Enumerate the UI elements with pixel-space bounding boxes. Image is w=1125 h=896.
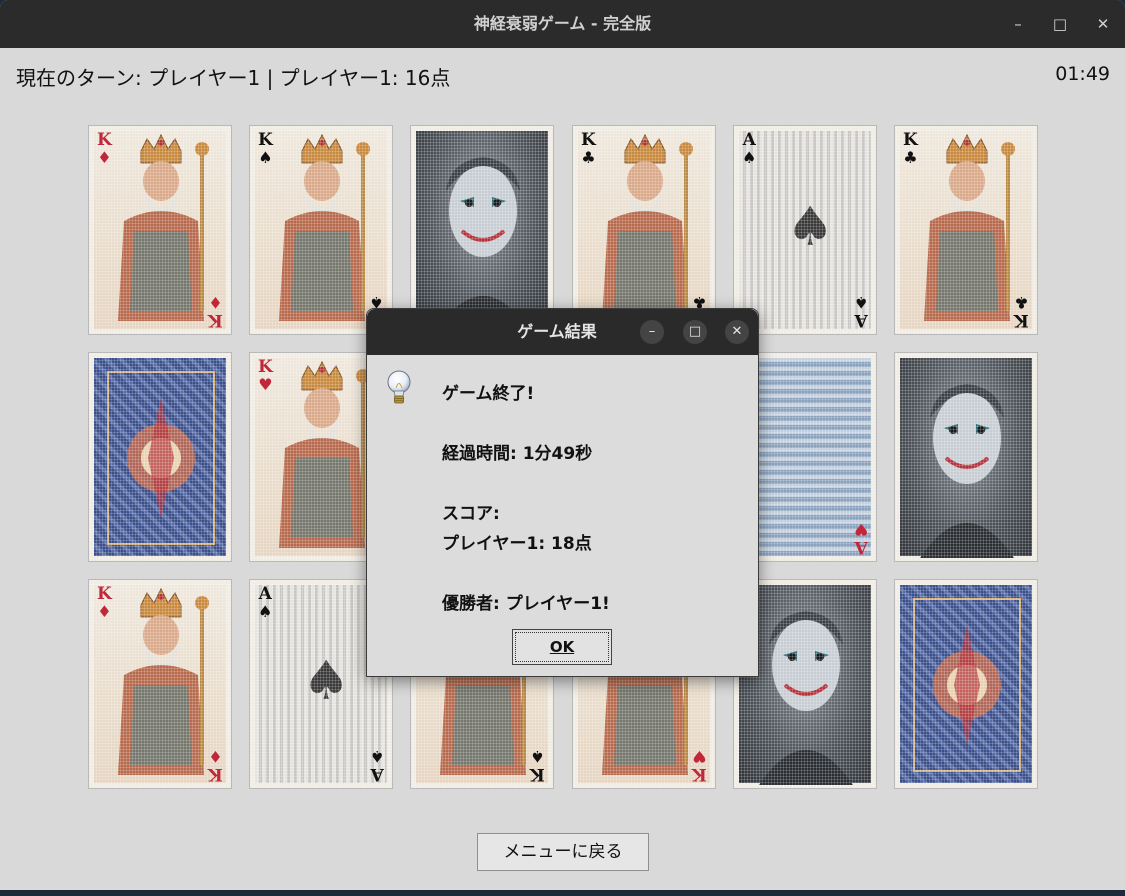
card-corner-index: K♣ xyxy=(1014,293,1029,330)
suit-pip-icon: ♦ xyxy=(208,747,223,766)
suit-pip-icon: ♠ xyxy=(258,148,273,167)
suit-pip-icon: ♦ xyxy=(208,293,223,312)
suit-pip-icon: ♣ xyxy=(1014,293,1029,312)
memory-card[interactable]: K ♦ K ♦ xyxy=(88,579,232,789)
memory-card[interactable]: ♠A♠A♠ xyxy=(733,125,877,335)
dialog-minimize-button[interactable]: – xyxy=(640,320,664,344)
card-halftone-overlay xyxy=(895,580,1037,788)
card-corner-index: K♥ xyxy=(258,357,273,394)
suit-pip-icon: ♠ xyxy=(853,293,868,312)
back-to-menu-button[interactable]: メニューに戻る xyxy=(477,833,649,871)
card-corner-index: K ♦ xyxy=(208,747,223,784)
turn-status: 現在のターン: プレイヤー1 | プレイヤー1: 16点 xyxy=(16,66,451,90)
dialog-close-button[interactable]: ✕ xyxy=(725,320,749,344)
card-corner-index: K ♦ xyxy=(97,584,112,621)
card-halftone-overlay xyxy=(89,353,231,561)
card-corner-index: K♣ xyxy=(581,130,596,167)
memory-card[interactable] xyxy=(88,352,232,562)
score-label: スコア: xyxy=(442,504,500,524)
suit-pip-icon: ♠ xyxy=(530,747,545,766)
suit-pip-icon: ♠ xyxy=(258,602,273,621)
score-value: プレイヤー1: 18点 xyxy=(442,534,592,554)
suit-pip-icon: ♥ xyxy=(853,520,868,539)
memory-card[interactable] xyxy=(894,579,1038,789)
memory-card[interactable]: K♣ K♣ xyxy=(894,125,1038,335)
memory-card[interactable] xyxy=(410,125,554,335)
suit-pip-icon: ♦ xyxy=(97,602,112,621)
ok-button-label: OK xyxy=(549,638,575,656)
memory-card[interactable] xyxy=(894,352,1038,562)
card-halftone-overlay xyxy=(895,353,1037,561)
suit-pip-icon: ♥ xyxy=(692,747,707,766)
card-corner-index: A ♠ xyxy=(853,293,868,330)
close-button[interactable]: ✕ xyxy=(1083,0,1123,48)
dialog-titlebar[interactable]: ゲーム結果 – □ ✕ xyxy=(367,309,758,355)
lightbulb-icon xyxy=(387,370,411,404)
suit-pip-icon: ♥ xyxy=(258,375,273,394)
suit-pip-icon: ♠ xyxy=(742,148,757,167)
memory-card[interactable]: K♠K♠ xyxy=(249,125,393,335)
game-over-text: ゲーム終了! xyxy=(442,384,535,404)
card-corner-index: A ♠ xyxy=(258,584,273,621)
suit-pip-icon: ♣ xyxy=(581,148,596,167)
winner-text: 優勝者: プレイヤー1! xyxy=(442,594,610,614)
window-titlebar[interactable]: 神経衰弱ゲーム - 完全版 – □ ✕ xyxy=(0,0,1125,48)
dialog-maximize-button[interactable]: □ xyxy=(683,320,707,344)
window-title: 神経衰弱ゲーム - 完全版 xyxy=(473,14,652,33)
maximize-button[interactable]: □ xyxy=(1040,0,1080,48)
card-corner-index: K ♦ xyxy=(97,130,112,167)
memory-card[interactable]: K♣K♣ xyxy=(572,125,716,335)
ok-button[interactable]: OK xyxy=(512,629,612,665)
suit-pip-icon: ♦ xyxy=(97,148,112,167)
memory-card[interactable]: K ♦ K ♦ xyxy=(88,125,232,335)
suit-pip-icon: ♣ xyxy=(903,148,918,167)
elapsed-timer: 01:49 xyxy=(1055,63,1110,85)
card-corner-index: A ♠ xyxy=(369,747,384,784)
minimize-button[interactable]: – xyxy=(998,0,1038,48)
card-corner-index: K♠ xyxy=(530,747,545,784)
result-dialog: ゲーム結果 – □ ✕ ゲーム終了! 経過時間: 1分49秒 スコア: プレイヤ… xyxy=(366,308,759,677)
card-corner-index: K ♦ xyxy=(208,293,223,330)
card-corner-index: K♣ xyxy=(903,130,918,167)
card-corner-index: A♥ xyxy=(853,520,868,557)
card-corner-index: A ♠ xyxy=(742,130,757,167)
card-halftone-overlay xyxy=(411,126,553,334)
suit-pip-icon: ♠ xyxy=(369,747,384,766)
elapsed-time-text: 経過時間: 1分49秒 xyxy=(442,444,593,464)
card-corner-index: K♥ xyxy=(692,747,707,784)
card-corner-index: K♠ xyxy=(258,130,273,167)
